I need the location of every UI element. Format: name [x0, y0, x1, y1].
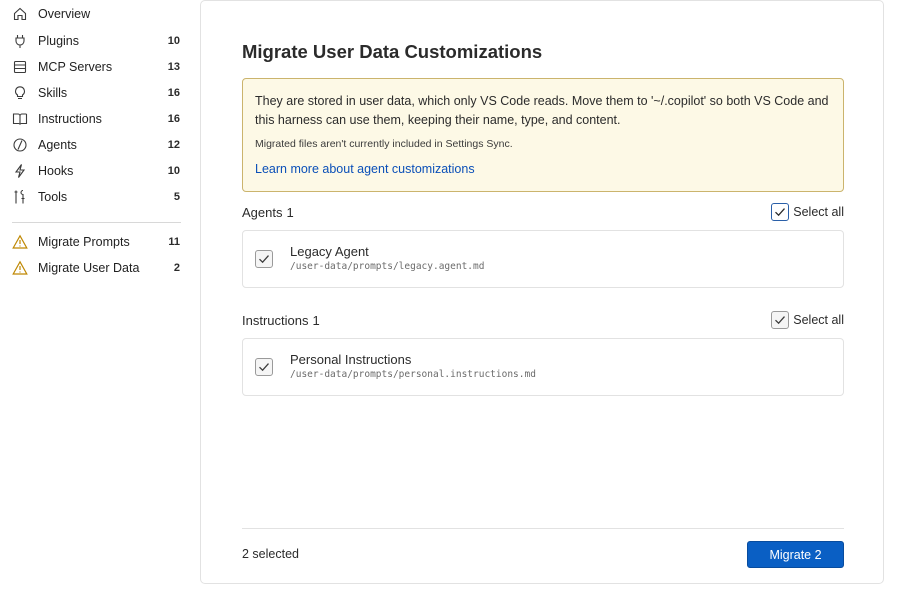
section-title-label: Instructions [242, 313, 309, 328]
sidebar-item-count: 12 [167, 139, 180, 151]
info-notice: They are stored in user data, which only… [242, 78, 844, 192]
sidebar-item-count: 16 [167, 87, 180, 99]
select-all-instructions[interactable]: Select all [771, 310, 844, 330]
book-icon [12, 111, 28, 127]
sidebar-item-plugins[interactable]: Plugins 10 [12, 30, 182, 52]
selection-status: 2 selected [242, 547, 299, 561]
sidebar-item-count: 13 [167, 61, 180, 73]
sidebar-item-count: 5 [173, 191, 180, 203]
server-icon [12, 59, 28, 75]
plug-icon [12, 33, 28, 49]
checkmark-icon [775, 208, 786, 217]
sidebar-item-label: MCP Servers [38, 60, 113, 74]
item-name: Legacy Agent [290, 244, 369, 259]
home-icon [12, 6, 28, 22]
warning-icon [12, 234, 28, 250]
sidebar-item-migrate-user-data[interactable]: Migrate User Data 2 [12, 257, 182, 279]
notice-subtext: Migrated files aren't currently included… [255, 138, 513, 150]
learn-more-link[interactable]: Learn more about agent customizations [255, 162, 475, 176]
section-header-instructions: Instructions 1 Select all [242, 310, 844, 330]
main-panel: Migrate User Data Customizations They ar… [200, 0, 884, 584]
sidebar-item-label: Migrate Prompts [38, 235, 130, 249]
sidebar-item-mcp-servers[interactable]: MCP Servers 13 [12, 56, 182, 78]
page-title: Migrate User Data Customizations [242, 41, 543, 62]
sidebar-item-label: Agents [38, 138, 77, 152]
sidebar-item-label: Overview [38, 7, 91, 21]
sidebar-item-label: Hooks [38, 164, 74, 178]
section-title: Agents 1 [242, 205, 294, 220]
warning-icon [12, 260, 28, 276]
list-item-personal-instructions[interactable]: Personal Instructions /user-data/prompts… [242, 338, 844, 396]
item-path: /user-data/prompts/legacy.agent.md [290, 261, 485, 272]
sidebar-item-count: 16 [167, 113, 180, 125]
sidebar-item-hooks[interactable]: Hooks 10 [12, 160, 182, 182]
section-title: Instructions 1 [242, 313, 320, 328]
migrate-button[interactable]: Migrate 2 [747, 541, 844, 568]
sidebar-item-label: Tools [38, 190, 68, 204]
notice-text: They are stored in user data, which only… [255, 94, 829, 127]
item-path: /user-data/prompts/personal.instructions… [290, 369, 536, 380]
item-name: Personal Instructions [290, 352, 412, 367]
section-title-label: Agents [242, 205, 283, 220]
sidebar-item-count: 10 [167, 35, 180, 47]
lightning-icon [12, 163, 28, 179]
sidebar-item-instructions[interactable]: Instructions 16 [12, 108, 182, 130]
select-all-label: Select all [793, 313, 844, 327]
sidebar: Overview Plugins 10 MCP Servers 13 Skill… [0, 0, 192, 600]
sidebar-item-label: Skills [38, 86, 68, 100]
select-all-agents[interactable]: Select all [771, 202, 844, 222]
item-checkbox[interactable] [255, 358, 273, 376]
sidebar-divider [12, 222, 181, 223]
select-all-checkbox[interactable] [771, 311, 790, 329]
sidebar-item-skills[interactable]: Skills 16 [12, 82, 182, 104]
sidebar-item-label: Migrate User Data [38, 261, 140, 275]
section-count: 1 [286, 205, 294, 220]
agent-icon [12, 137, 28, 153]
sidebar-item-count: 2 [173, 262, 180, 274]
select-all-label: Select all [793, 205, 844, 219]
sidebar-item-overview[interactable]: Overview [12, 3, 182, 25]
sidebar-item-tools[interactable]: Tools 5 [12, 186, 182, 208]
checkmark-icon [259, 363, 269, 372]
sidebar-item-agents[interactable]: Agents 12 [12, 134, 182, 156]
checkmark-icon [259, 255, 269, 264]
sidebar-item-migrate-prompts[interactable]: Migrate Prompts 11 [12, 231, 182, 253]
item-checkbox[interactable] [255, 250, 273, 268]
section-count: 1 [312, 313, 320, 328]
checkmark-icon [775, 316, 786, 325]
sidebar-item-count: 10 [167, 165, 180, 177]
sidebar-item-label: Plugins [38, 34, 79, 48]
footer-divider [242, 528, 844, 529]
sidebar-item-label: Instructions [38, 112, 102, 126]
sidebar-item-count: 11 [168, 236, 180, 248]
tools-icon [12, 189, 28, 205]
list-item-legacy-agent[interactable]: Legacy Agent /user-data/prompts/legacy.a… [242, 230, 844, 288]
lightbulb-icon [12, 85, 28, 101]
select-all-checkbox[interactable] [771, 203, 790, 221]
section-header-agents: Agents 1 Select all [242, 202, 844, 222]
